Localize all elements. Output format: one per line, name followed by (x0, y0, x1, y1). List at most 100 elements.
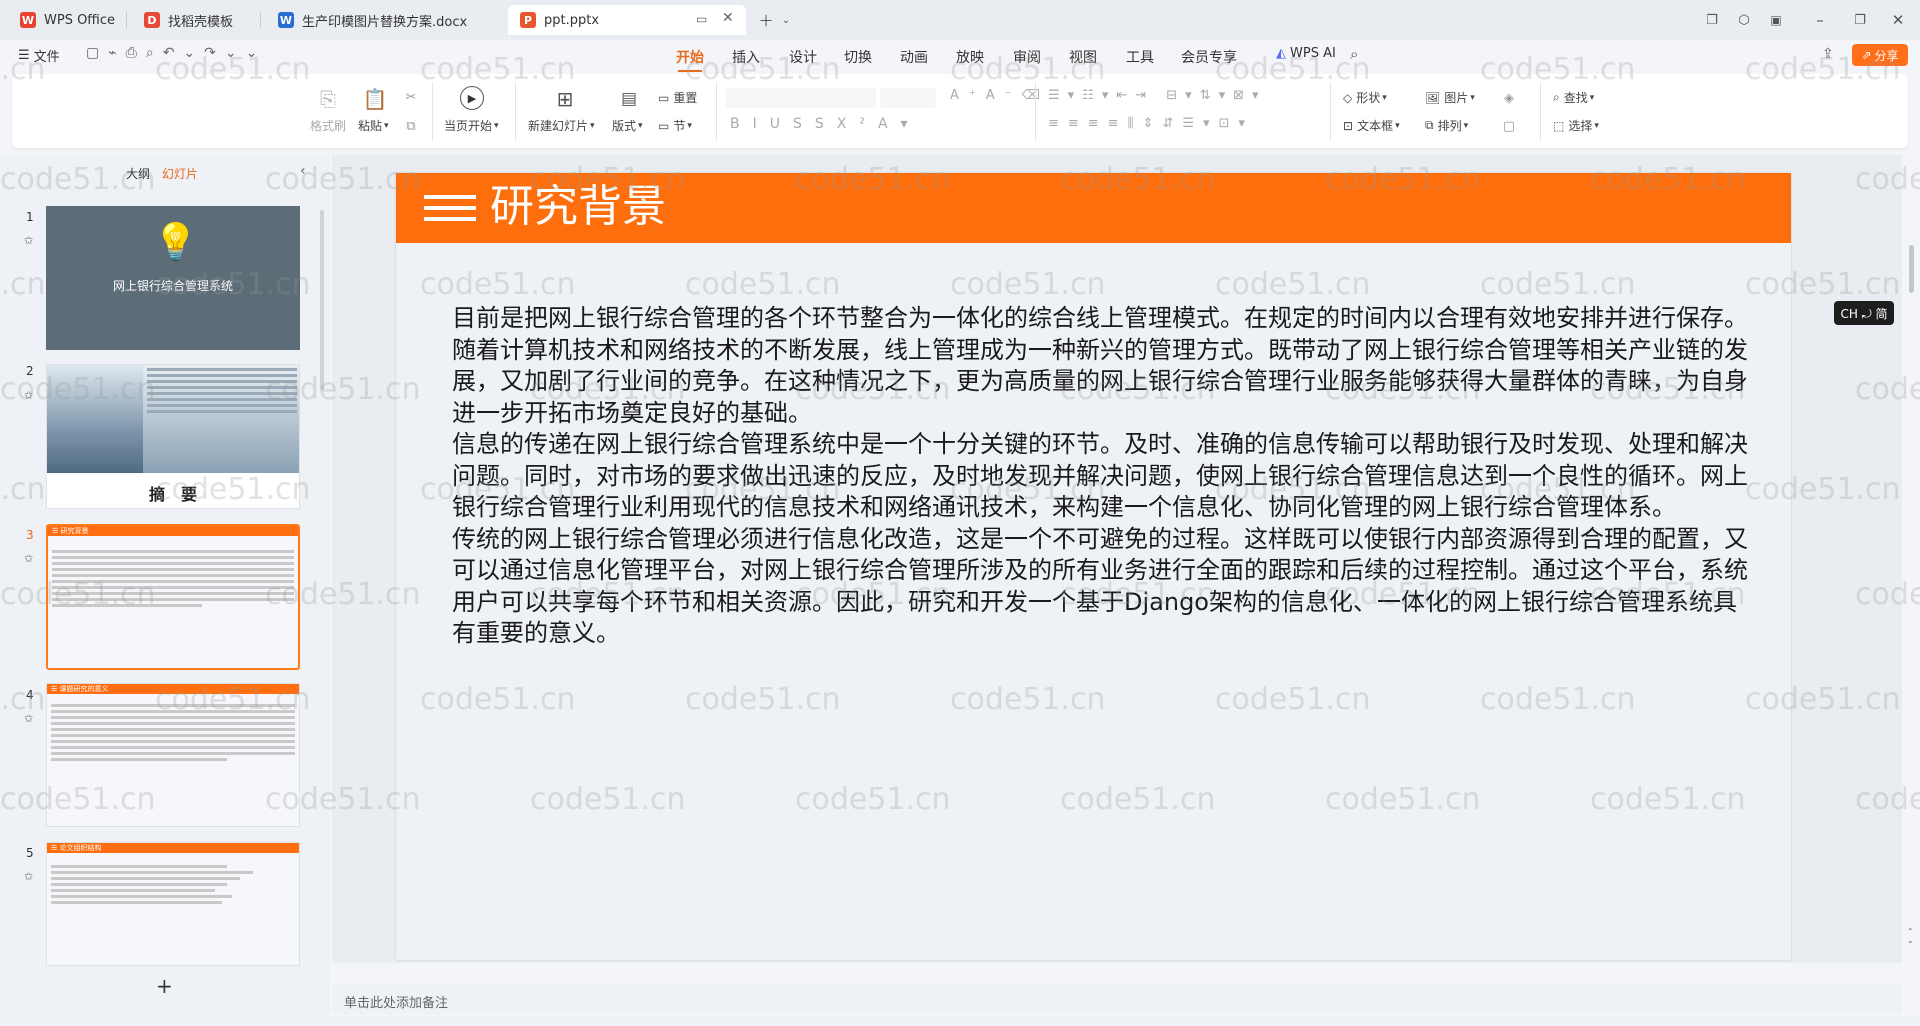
thumb-title: 网上银行综合管理系统 (112, 279, 233, 293)
tab-design[interactable]: 设计 (789, 47, 817, 67)
textbox-button[interactable]: ⊡ 文本框 ▾ (1343, 117, 1400, 134)
star-icon[interactable]: ✩ (24, 712, 33, 725)
text-format-buttons[interactable]: BIUSSX²A▾ (730, 116, 921, 132)
reset-button[interactable]: ▭ 重置 (658, 89, 697, 106)
tab-label: WPS Office (44, 12, 116, 28)
tab-view[interactable]: 视图 (1069, 47, 1097, 67)
layout-label: 版式 (612, 119, 637, 133)
window-close-icon[interactable]: ✕ (1886, 8, 1910, 32)
tab-insert[interactable]: 插入 (732, 47, 760, 67)
tab-docx[interactable]: W 生产印模图片替换方案.docx (266, 5, 502, 35)
search-icon[interactable]: ⌕ (1350, 45, 1358, 63)
new-slide-icon[interactable]: ⊞ (552, 86, 578, 112)
slide-thumbnail-1[interactable]: 💡 网上银行综合管理系统 (46, 206, 300, 350)
file-menu[interactable]: ☰ 文件 (18, 46, 60, 65)
outline-icon[interactable]: ▢ (1500, 117, 1518, 135)
wps-ai-button[interactable]: ◭ WPS AI (1276, 46, 1336, 61)
tab-transition[interactable]: 切换 (844, 47, 872, 67)
copy-icon[interactable]: ⧉ (402, 117, 420, 135)
picture-button[interactable]: 🖼 图片 ▾ (1425, 89, 1475, 106)
star-icon[interactable]: ✩ (24, 234, 33, 247)
cloud-upload-icon[interactable]: ⇪ (1822, 46, 1834, 62)
paste-button[interactable]: 粘贴 ▾ (358, 117, 389, 134)
new-slide-button[interactable]: 新建幻灯片 ▾ (528, 117, 595, 134)
shape-icon: ◇ (1343, 90, 1353, 105)
tab-wps-office[interactable]: W WPS Office (8, 5, 123, 35)
slide-number: 5 (26, 846, 34, 860)
quick-access-toolbar[interactable]: ▢⌁⎙⌕↶⌄↷⌄⌄ (86, 45, 266, 61)
arrange-button[interactable]: ⧉ 排列 ▾ (1425, 117, 1468, 134)
collapse-panel-icon[interactable]: ‹ (300, 163, 306, 179)
tab-home[interactable]: 开始 (676, 47, 704, 72)
slide-number: 2 (26, 364, 34, 378)
font-size-select[interactable] (880, 88, 936, 108)
slide-thumbnail-4[interactable]: ☰ 课题研究的意义 (46, 683, 300, 827)
section-button[interactable]: ▭ 节 ▾ (658, 117, 692, 134)
tab-animation[interactable]: 动画 (900, 47, 928, 67)
star-icon[interactable]: ✩ (24, 870, 33, 883)
page-nav-icon[interactable]: ⌃ ⌄ (1907, 927, 1914, 945)
slide-number: 3 (26, 528, 34, 542)
find-button[interactable]: ⌕ 查找 ▾ (1553, 89, 1594, 106)
tab-bar: W WPS Office D 找稻壳模板 W 生产印模图片替换方案.docx P… (0, 0, 1920, 40)
close-tab-icon[interactable]: ✕ (722, 10, 734, 26)
tab-slides[interactable]: 幻灯片 (162, 165, 198, 182)
thumb-header: ☰ 课题研究的意义 (47, 684, 299, 694)
slide-canvas[interactable]: 研究背景 目前是把网上银行综合管理的各个环节整合为一体化的综合线上管理模式。在规… (396, 173, 1791, 960)
layout-icon[interactable]: ▤ (616, 86, 642, 112)
tab-outline[interactable]: 大纲 (126, 165, 150, 182)
star-icon[interactable]: ✩ (24, 552, 33, 565)
menu-icon: ☰ (18, 48, 30, 63)
notes-placeholder: 单击此处添加备注 (344, 996, 449, 1011)
avatar[interactable]: ▣ (1764, 8, 1788, 32)
shape-button[interactable]: ◇ 形状 ▾ (1343, 89, 1387, 106)
slide-thumbnail-5[interactable]: ☰ 论文组织结构 (46, 842, 300, 966)
tab-label: ppt.pptx (544, 12, 600, 28)
tab-slideshow[interactable]: 放映 (956, 47, 984, 67)
font-family-select[interactable] (726, 88, 876, 108)
arrange-icon: ⧉ (1425, 118, 1434, 132)
reset-icon: ▭ (658, 90, 670, 105)
share-button[interactable]: ⇗ 分享 (1852, 44, 1908, 66)
menu-line (424, 206, 476, 210)
restore-icon[interactable]: ❐ (1848, 8, 1872, 32)
slide-thumbnail-2[interactable]: 摘 要 (46, 364, 300, 509)
tab-member[interactable]: 会员专享 (1181, 47, 1237, 67)
format-brush-label[interactable]: 格式刷 (310, 117, 346, 134)
fill-icon[interactable]: ◈ (1500, 89, 1518, 107)
ppt-doc-icon: P (520, 12, 536, 28)
window-tile-icon[interactable]: ❐ (1700, 8, 1724, 32)
start-slideshow-label: 当页开始 (444, 119, 493, 133)
cut-icon[interactable]: ✂ (402, 88, 420, 106)
cube-icon[interactable]: ⬡ (1732, 8, 1756, 32)
paste-icon[interactable]: 📋 (362, 86, 388, 112)
notes-pane[interactable]: 单击此处添加备注 (332, 984, 1902, 1014)
format-brush-icon[interactable]: ⎘ (315, 86, 341, 112)
slide-body-text[interactable]: 目前是把网上银行综合管理的各个环节整合为一体化的综合线上管理模式。在规定的时间内… (452, 303, 1752, 650)
minimize-icon[interactable]: – (1808, 8, 1832, 32)
play-icon[interactable]: ▶ (460, 86, 484, 110)
slide-title[interactable]: 研究背景 (490, 181, 666, 233)
start-slideshow-button[interactable]: 当页开始 ▾ (444, 117, 499, 134)
chevron-down-icon[interactable]: ⌄ (774, 8, 798, 32)
tab-tools[interactable]: 工具 (1126, 47, 1154, 67)
select-button[interactable]: ⬚ 选择 ▾ (1553, 117, 1599, 134)
vertical-scrollbar[interactable]: ⌃ ⌄ (1906, 155, 1918, 963)
tab-docer[interactable]: D 找稻壳模板 (132, 5, 257, 35)
layout-button[interactable]: 版式 ▾ (612, 117, 643, 134)
tab-pptx[interactable]: P ppt.pptx ▭ ✕ (508, 5, 746, 35)
scrollbar-thumb[interactable] (1909, 245, 1914, 293)
slide-thumbnail-3[interactable]: ☰ 研究背景 (46, 524, 300, 670)
star-icon[interactable]: ✩ (24, 389, 33, 402)
paragraph-buttons[interactable]: ☰▾☷▾⇤⇥ ⊟▾⇅▾⊠▾ (1048, 88, 1267, 103)
share-label: 分享 (1874, 48, 1899, 63)
thumb-header: ☰ 研究背景 (48, 526, 298, 536)
find-icon: ⌕ (1553, 90, 1560, 104)
monitor-icon[interactable]: ▭ (696, 12, 707, 26)
add-slide-button[interactable]: + (156, 974, 173, 998)
ime-indicator[interactable]: CH ⤾ 简 (1834, 301, 1894, 325)
tab-review[interactable]: 审阅 (1013, 47, 1041, 67)
alignment-buttons[interactable]: ≡≡≡≡⫼⇕⇵☰▾⊡▾ (1048, 116, 1254, 131)
reset-label: 重置 (673, 91, 698, 105)
panel-scrollbar[interactable] (320, 210, 324, 390)
